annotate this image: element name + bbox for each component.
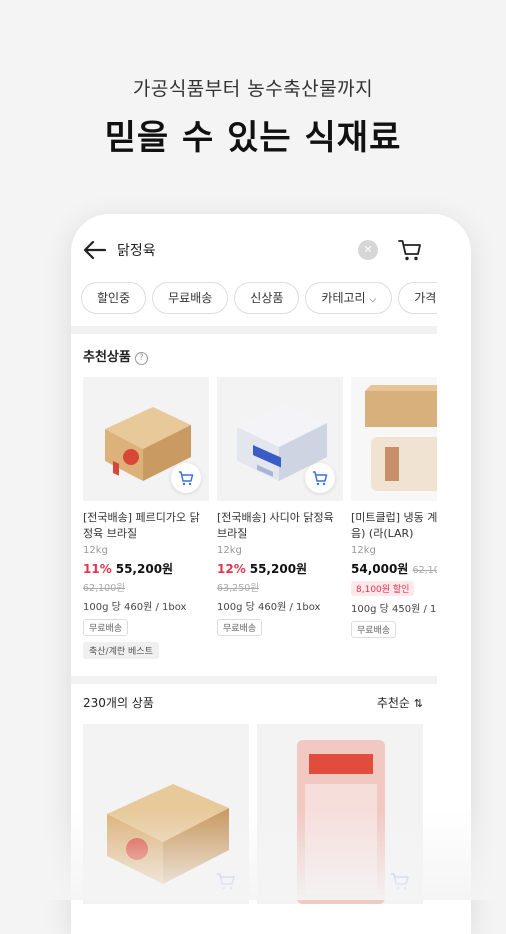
sale-price: 55,200원	[115, 562, 174, 576]
filter-chip-price[interactable]: 가격	[398, 282, 437, 314]
discount-rate: 11%	[83, 562, 112, 576]
cart-icon[interactable]	[397, 237, 423, 263]
product-name: [미트클럽] 냉동 계 (뼈없음) (라(LAR)	[351, 511, 437, 540]
box-product-image	[351, 377, 437, 501]
filter-chip-sale[interactable]: 할인중	[81, 282, 147, 314]
cart-icon	[179, 471, 194, 486]
listing-header: 230개의 상품 추천순 ⇅	[83, 694, 423, 714]
product-name: [전국배송] 페르디가오 닭정육 브라질	[83, 511, 200, 540]
product-image[interactable]	[217, 377, 343, 501]
promo-title: 믿을 수 있는 식재료	[104, 118, 402, 158]
help-icon[interactable]: ?	[134, 352, 148, 365]
product-count: 230개의 상품	[83, 696, 154, 710]
recommended-title-text: 추천상품	[83, 350, 131, 365]
search-input[interactable]: 닭정육	[117, 240, 156, 260]
bottom-fade-overlay	[0, 810, 506, 900]
recommended-products: [전국배송] 페르디가오 닭정육 브라질 12kg 11% 55,200원 62,…	[83, 377, 437, 677]
product-image[interactable]	[351, 377, 437, 501]
chevron-down-icon: ⌵	[369, 295, 377, 305]
product-weight: 12kg	[83, 545, 108, 556]
price-row: 11% 55,200원	[83, 560, 209, 577]
add-to-cart-button[interactable]	[305, 463, 335, 493]
unit-price: 100g 당 450원 / 1b	[351, 604, 437, 615]
filter-chip-category[interactable]: 카테고리 ⌵	[305, 282, 393, 314]
unit-price: 100g 당 460원 / 1box	[217, 602, 321, 613]
original-price: 63,250원	[217, 583, 259, 594]
recommended-section-title: 추천상품?	[83, 346, 148, 365]
best-badge: 축산/계란 베스트	[83, 642, 159, 659]
section-divider	[71, 326, 437, 334]
search-bar: 닭정육 ✕	[71, 232, 437, 268]
cart-icon	[313, 471, 328, 486]
promo-subtitle: 가공식품부터 농수축산물까지	[132, 78, 374, 100]
sort-label: 추천순	[376, 696, 410, 710]
sale-price: 54,000원	[351, 562, 409, 576]
free-shipping-tag: 무료배송	[83, 619, 129, 636]
unit-price: 100g 당 460원 / 1box	[83, 602, 187, 613]
discount-rate: 12%	[217, 562, 246, 576]
product-card[interactable]: [전국배송] 사디아 닭정육 브라질 12kg 12% 55,200원 63,25…	[217, 377, 343, 636]
original-price: 62,10	[412, 565, 437, 576]
sale-price: 55,200원	[249, 562, 308, 576]
filter-chip-free-shipping[interactable]: 무료배송	[152, 282, 229, 314]
product-weight: 12kg	[351, 545, 376, 556]
sort-icon: ⇅	[413, 697, 423, 710]
clear-search-icon[interactable]: ✕	[358, 240, 378, 260]
back-arrow-icon[interactable]	[81, 236, 109, 264]
filter-chip-new[interactable]: 신상품	[234, 282, 300, 314]
product-card[interactable]: [전국배송] 페르디가오 닭정육 브라질 12kg 11% 55,200원 62,…	[83, 377, 209, 659]
coupon-badge: 8,100원 할인	[351, 581, 415, 596]
product-name: [전국배송] 사디아 닭정육 브라질	[217, 511, 334, 540]
free-shipping-tag: 무료배송	[351, 621, 397, 638]
sort-button[interactable]: 추천순 ⇅	[377, 694, 423, 711]
product-weight: 12kg	[217, 545, 242, 556]
price-row: 12% 55,200원	[217, 560, 343, 577]
filter-chip-category-label: 카테고리	[321, 291, 366, 305]
original-price: 62,100원	[83, 583, 125, 594]
filter-chips: 할인중 무료배송 신상품 카테고리 ⌵ 가격	[81, 282, 437, 316]
price-row: 54,000원 62,10	[351, 560, 437, 577]
add-to-cart-button[interactable]	[171, 463, 201, 493]
free-shipping-tag: 무료배송	[217, 619, 263, 636]
product-card[interactable]: [미트클럽] 냉동 계 (뼈없음) (라(LAR) 12kg 54,000원 6…	[351, 377, 437, 638]
section-divider	[71, 676, 437, 684]
product-image[interactable]	[83, 377, 209, 501]
